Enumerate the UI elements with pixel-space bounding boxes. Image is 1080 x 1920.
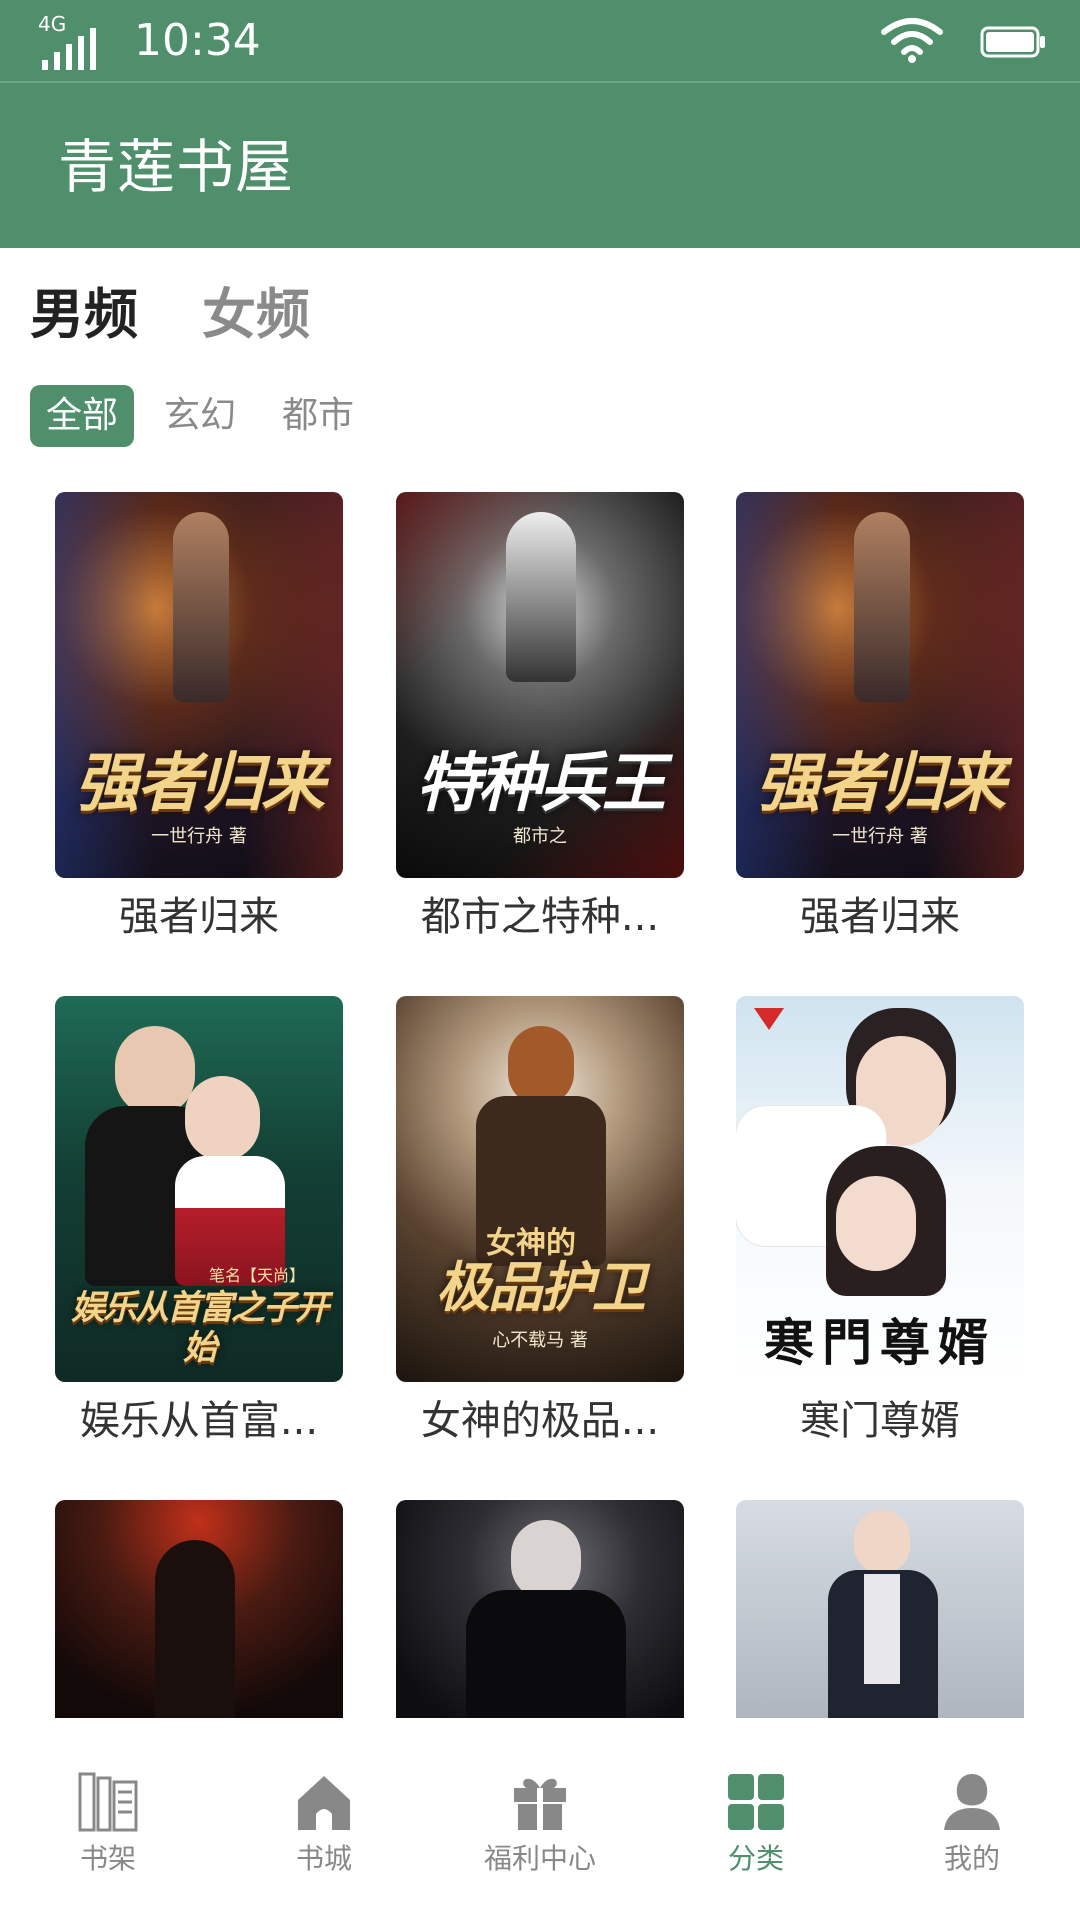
cover-title: 娱乐从首富之子开始 [71, 1288, 329, 1368]
cellular-signal-icon: 4G [38, 14, 96, 70]
nav-item-category[interactable]: 分类 [676, 1770, 836, 1876]
book-title[interactable]: 寒门尊婿 [716, 1396, 1044, 1446]
bottom-nav: 书架 书城 福利中心 分类 我的 [0, 1720, 1080, 1920]
book-cover[interactable]: 强者归来 一世行舟 著 [55, 492, 343, 878]
cover-title: 强者归来 [756, 747, 1006, 821]
book-title[interactable]: 都市之特种... [376, 892, 704, 942]
nav-label: 我的 [943, 1842, 1000, 1875]
cover-title: 特种兵王 [416, 747, 666, 821]
book-cover[interactable] [396, 1500, 684, 1718]
book-cover[interactable] [55, 1500, 343, 1718]
nav-label: 书架 [79, 1842, 136, 1875]
book-title[interactable]: 强者归来 [716, 892, 1044, 942]
cover-author: 一世行舟 著 [832, 826, 928, 847]
cover-author: 一世行舟 著 [151, 826, 247, 847]
category-chip-fantasy[interactable]: 玄幻 [160, 385, 240, 447]
cover-author: 笔名【天尚】 [208, 1266, 305, 1285]
battery-icon [980, 26, 1045, 58]
status-time: 10:34 [134, 15, 261, 66]
app-bar: 青莲书屋 [0, 83, 1080, 248]
category-chip-all[interactable]: 全部 [30, 385, 134, 447]
book-title[interactable]: 强者归来 [35, 892, 363, 942]
book-cover[interactable] [736, 1500, 1024, 1718]
nav-label: 分类 [727, 1842, 784, 1875]
book-title[interactable]: 女神的极品... [376, 1396, 704, 1446]
nav-item-bookstore[interactable]: 书城 [244, 1770, 404, 1876]
book-cover[interactable]: 特种兵王 都市之 [396, 492, 684, 878]
bookshelf-icon [78, 1772, 138, 1832]
category-grid-icon [728, 1774, 784, 1830]
cover-author: 心不载马 著 [492, 1330, 588, 1351]
nav-label: 福利中心 [483, 1842, 596, 1875]
nav-item-bookshelf[interactable]: 书架 [28, 1770, 188, 1876]
gift-icon [514, 1778, 566, 1830]
tab-male[interactable]: 男频 [30, 282, 138, 348]
book-cover[interactable]: 寒門尊婿 [736, 996, 1024, 1382]
book-cover[interactable]: 娱乐从首富之子开始 笔名【天尚】 [55, 996, 343, 1382]
network-type: 4G [38, 14, 66, 36]
book-cover[interactable]: 强者归来 一世行舟 著 [736, 492, 1024, 878]
nav-item-profile[interactable]: 我的 [892, 1770, 1052, 1876]
wifi-icon [881, 18, 943, 63]
status-bar: 4G 10:34 [0, 0, 1080, 81]
nav-item-rewards[interactable]: 福利中心 [460, 1770, 620, 1876]
nav-label: 书城 [295, 1842, 352, 1875]
book-title[interactable]: 娱乐从首富... [35, 1396, 363, 1446]
cover-title: 寒門尊婿 [764, 1313, 996, 1372]
tab-female[interactable]: 女频 [202, 282, 310, 348]
cover-author: 都市之 [513, 826, 567, 847]
app-title: 青莲书屋 [58, 133, 295, 201]
book-cover[interactable]: 女神的 极品护卫 心不载马 著 [396, 996, 684, 1382]
home-icon [298, 1776, 350, 1830]
category-chip-urban[interactable]: 都市 [278, 385, 358, 447]
cover-title: 极品护卫 [436, 1256, 646, 1319]
cover-title: 强者归来 [75, 747, 325, 821]
profile-icon [944, 1774, 1000, 1830]
